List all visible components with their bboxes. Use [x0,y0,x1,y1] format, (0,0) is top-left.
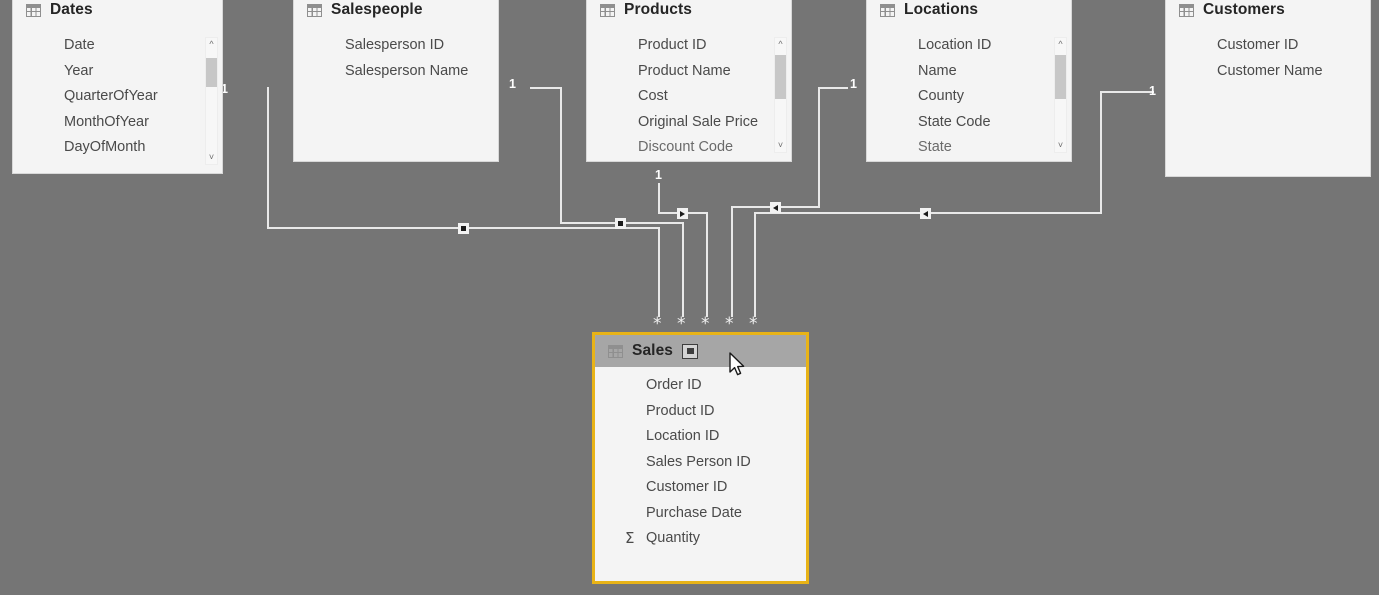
cardinality-many-locations: * [725,314,734,334]
table-header-sales[interactable]: Sales [595,335,806,367]
field-row[interactable]: DayOfMonth [13,135,222,161]
field-row[interactable]: Product ID [587,33,791,59]
cardinality-one-products: 1 [655,168,662,182]
field-row[interactable]: Purchase Date [595,501,806,527]
table-icon [26,3,41,17]
table-icon [600,3,615,17]
field-list-dates: Date Year QuarterOfYear MonthOfYear DayO… [13,27,222,161]
chevron-down-icon[interactable]: ˅ [206,151,217,164]
cardinality-one-customers: 1 [1149,84,1156,98]
scrollbar-dates[interactable]: ^ ˅ [205,37,218,165]
field-row[interactable]: Salesperson ID [294,33,498,59]
model-view-canvas: 1 1 1 1 1 * * * * * Dates Date Year Quar… [0,0,1379,595]
expand-icon[interactable] [682,343,699,359]
chevron-down-icon[interactable]: ˅ [775,139,786,152]
table-card-products[interactable]: Products Product ID Product Name Cost Or… [586,0,792,162]
relationship-customers-sales-seg-h1[interactable] [1100,91,1154,93]
scrollbar-products[interactable]: ^ ˅ [774,37,787,153]
relationship-dates-sales-seg-v1[interactable] [267,87,269,228]
cardinality-one-salespeople: 1 [509,77,516,91]
sigma-icon: Σ [625,529,635,547]
cardinality-many-customers: * [749,314,758,334]
table-header-products[interactable]: Products [587,0,791,27]
scrollbar-thumb[interactable] [775,55,786,99]
field-list-products: Product ID Product Name Cost Original Sa… [587,27,791,161]
table-icon [880,3,895,17]
field-row[interactable]: County [867,84,1071,110]
field-row[interactable]: Product ID [595,399,806,425]
field-row[interactable]: Customer ID [595,475,806,501]
field-row[interactable]: QuarterOfYear [13,84,222,110]
relationship-salespeople-sales-seg-v2[interactable] [682,222,684,317]
table-header-salespeople[interactable]: Salespeople [294,0,498,27]
field-row[interactable]: Name [867,59,1071,85]
relationship-locations-sales-seg-h1[interactable] [818,87,848,89]
field-row-measure[interactable]: Σ Quantity [595,526,806,552]
table-card-sales[interactable]: Sales Order ID Product ID Location ID Sa… [592,332,809,584]
table-icon [1179,3,1194,17]
table-title: Sales [632,342,674,359]
field-row[interactable]: Sales Person ID [595,450,806,476]
field-list-locations: Location ID Name County State Code State [867,27,1071,161]
crossfilter-marker-salespeople-sales[interactable] [615,218,626,229]
cardinality-one-locations: 1 [850,77,857,91]
relationship-salespeople-sales-seg-h1[interactable] [530,87,562,89]
table-card-salespeople[interactable]: Salespeople Salesperson ID Salesperson N… [293,0,499,162]
table-icon [307,3,322,17]
cardinality-many-products: * [701,314,710,334]
table-header-locations[interactable]: Locations [867,0,1071,27]
field-row[interactable]: Customer ID [1166,33,1370,59]
crossfilter-marker-locations-sales[interactable] [770,202,781,213]
crossfilter-marker-customers-sales[interactable] [920,208,931,219]
field-list-salespeople: Salesperson ID Salesperson Name [294,27,498,84]
field-row[interactable]: Location ID [595,424,806,450]
relationship-products-sales-seg-v2[interactable] [706,212,708,317]
table-title: Dates [50,1,93,18]
table-card-customers[interactable]: Customers Customer ID Customer Name [1165,0,1371,177]
relationship-customers-sales-seg-v2[interactable] [754,212,756,317]
field-row[interactable]: Cost [587,84,791,110]
field-row[interactable]: Year [13,59,222,85]
field-list-customers: Customer ID Customer Name [1166,27,1370,84]
relationship-dates-sales-seg-v2[interactable] [658,227,660,317]
field-row[interactable]: Location ID [867,33,1071,59]
table-title: Products [624,1,692,18]
relationship-products-sales-seg-v1[interactable] [658,183,660,213]
table-header-dates[interactable]: Dates [13,0,222,27]
table-header-customers[interactable]: Customers [1166,0,1370,27]
chevron-up-icon[interactable]: ^ [775,38,786,51]
field-list-sales: Order ID Product ID Location ID Sales Pe… [595,367,806,552]
relationship-locations-sales-seg-v2[interactable] [731,206,733,317]
chevron-up-icon[interactable]: ^ [206,38,217,51]
table-card-locations[interactable]: Locations Location ID Name County State … [866,0,1072,162]
field-row[interactable]: Order ID [595,373,806,399]
table-title: Customers [1203,1,1285,18]
field-row[interactable]: Salesperson Name [294,59,498,85]
table-icon [608,344,623,358]
table-title: Salespeople [331,1,423,18]
field-row[interactable]: MonthOfYear [13,110,222,136]
field-row[interactable]: Customer Name [1166,59,1370,85]
field-label: Quantity [646,530,700,546]
scrollbar-thumb[interactable] [1055,55,1066,99]
table-card-dates[interactable]: Dates Date Year QuarterOfYear MonthOfYea… [12,0,223,174]
chevron-up-icon[interactable]: ^ [1055,38,1066,51]
table-title: Locations [904,1,979,18]
crossfilter-marker-dates-sales[interactable] [458,223,469,234]
field-row[interactable]: Product Name [587,59,791,85]
cardinality-many-salespeople: * [677,314,686,334]
relationship-locations-sales-seg-v1[interactable] [818,87,820,207]
scrollbar-locations[interactable]: ^ ˅ [1054,37,1067,153]
relationship-salespeople-sales-seg-v1[interactable] [560,87,562,223]
field-row[interactable]: Discount Code [587,135,791,161]
scrollbar-thumb[interactable] [206,58,217,87]
field-row[interactable]: Date [13,33,222,59]
field-row[interactable]: Original Sale Price [587,110,791,136]
crossfilter-marker-products-sales[interactable] [677,208,688,219]
field-row[interactable]: State Code [867,110,1071,136]
cardinality-many-dates: * [653,314,662,334]
chevron-down-icon[interactable]: ˅ [1055,139,1066,152]
field-row[interactable]: State [867,135,1071,161]
relationship-customers-sales-seg-v1[interactable] [1100,91,1102,213]
